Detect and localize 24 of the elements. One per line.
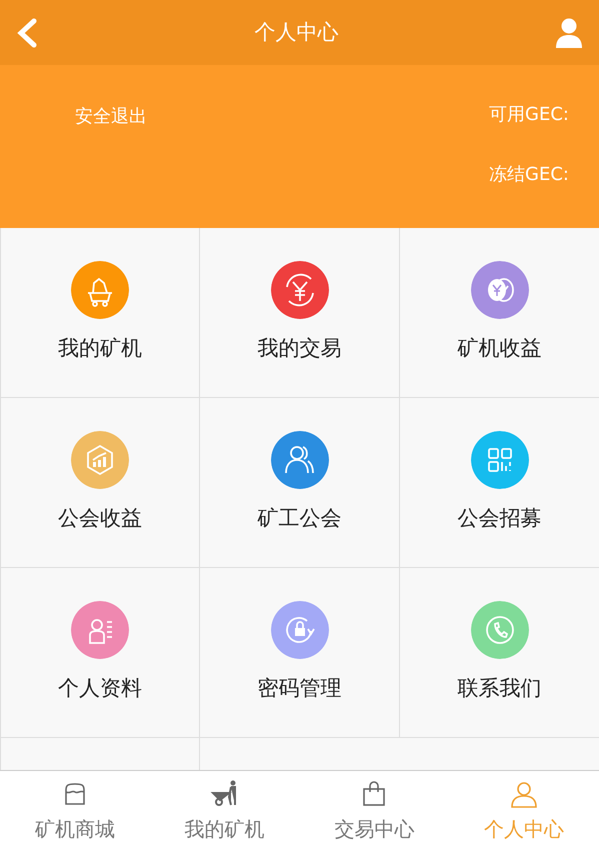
menu-label: 我的矿机 <box>58 335 142 362</box>
menu-tile[interactable]: 密码管理 <box>200 568 400 738</box>
menu-label: 矿工公会 <box>258 505 342 532</box>
menu-label: 密码管理 <box>258 675 342 702</box>
menu-tile[interactable]: 我的交易 <box>200 228 400 398</box>
balance-label: 可用GEC: <box>489 103 569 127</box>
nav-tab[interactable]: 我的矿机 <box>150 771 300 852</box>
menu-tile[interactable]: 我的矿机 <box>0 228 200 398</box>
menu-tile[interactable]: 矿工公会 <box>200 398 400 568</box>
back-icon[interactable] <box>16 18 38 48</box>
page-title: 个人中心 <box>254 18 338 46</box>
menu-label: 个人资料 <box>58 675 142 702</box>
menu-label: 联系我们 <box>458 675 542 702</box>
menu-label: 公会收益 <box>58 505 142 532</box>
user-icon[interactable] <box>555 18 583 48</box>
user-icon <box>509 780 540 808</box>
menu-tile[interactable]: 个人资料 <box>0 568 200 738</box>
nav-tab[interactable]: 交易中心 <box>300 771 450 852</box>
balance-label: 冻结GEC: <box>489 163 569 187</box>
menu-label: 我的交易 <box>258 335 342 362</box>
menu-label: 公会招募 <box>458 505 542 532</box>
menu-label: 矿机收益 <box>458 335 542 362</box>
nav-tab[interactable]: 矿机商城 <box>0 771 150 852</box>
menu-tile[interactable]: 公会收益 <box>0 398 200 568</box>
